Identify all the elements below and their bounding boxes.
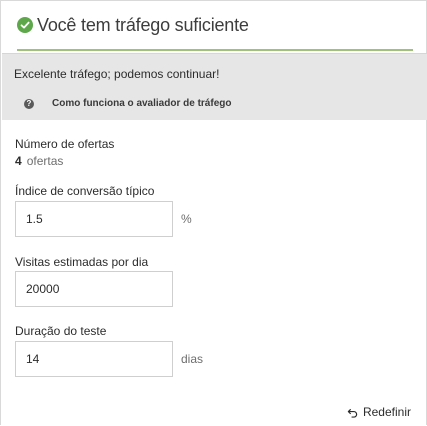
- duration-suffix: dias: [181, 352, 204, 366]
- check-circle-icon: [17, 17, 33, 33]
- reset-label: Redefinir: [362, 405, 411, 419]
- undo-icon: [347, 408, 358, 418]
- duration-label: Duração do teste: [15, 324, 107, 338]
- panel-header: Você tem tráfego suficiente: [17, 1, 413, 51]
- visits-label: Visitas estimadas por dia: [15, 255, 149, 269]
- offers-value: 4 ofertas: [15, 154, 63, 168]
- traffic-evaluator-panel: Você tem tráfego suficiente Excelente tr…: [0, 0, 427, 425]
- offers-count: 4: [15, 154, 22, 168]
- status-banner: Excelente tráfego; podemos continuar! ? …: [2, 53, 427, 120]
- conversion-suffix: %: [181, 212, 192, 226]
- page-title: Você tem tráfego suficiente: [37, 14, 249, 35]
- help-link[interactable]: ? Como funciona o avaliador de tráfego: [24, 98, 231, 109]
- help-link-label: Como funciona o avaliador de tráfego: [52, 98, 232, 109]
- status-message: Excelente tráfego; podemos continuar!: [14, 67, 220, 81]
- question-mark-icon: ?: [24, 98, 34, 109]
- offers-unit: ofertas: [26, 154, 64, 168]
- conversion-label: Índice de conversão típico: [15, 184, 155, 198]
- conversion-input[interactable]: [15, 201, 173, 237]
- reset-button[interactable]: Redefinir: [347, 405, 411, 419]
- duration-input[interactable]: [15, 341, 173, 377]
- offers-label: Número de ofertas: [15, 137, 115, 151]
- visits-input[interactable]: [15, 271, 173, 307]
